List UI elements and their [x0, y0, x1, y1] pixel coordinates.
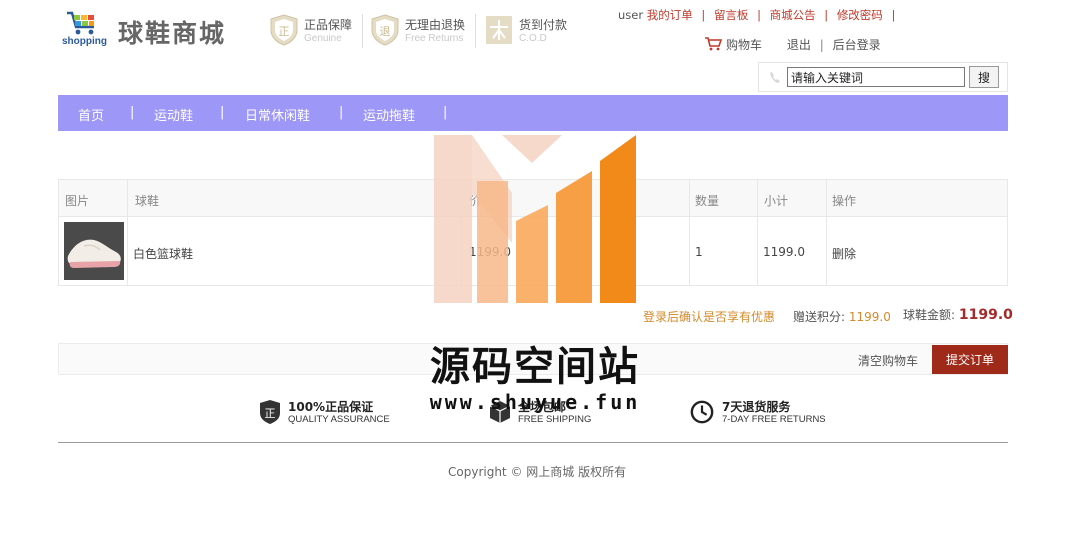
search-button[interactable]: 搜: [969, 66, 999, 88]
nav-divider: |: [339, 105, 344, 120]
nav-item-sports-shoes[interactable]: 运动鞋: [154, 105, 193, 124]
copyright: Copyright © 网上商城 版权所有: [448, 465, 627, 479]
change-password-link[interactable]: 修改密码: [837, 8, 883, 22]
promise-subtitle: C.O.D: [519, 33, 547, 44]
promise-subtitle: Free Returns: [405, 33, 464, 44]
account-links: 购物车 退出 | 后台登录: [704, 36, 881, 53]
shop-name: 球鞋商城: [118, 19, 227, 48]
total-label: 球鞋金额:: [903, 308, 956, 322]
sneaker-image: [64, 222, 124, 280]
submit-order-button[interactable]: 提交订单: [932, 345, 1008, 374]
svg-text:正: 正: [279, 25, 290, 38]
promise-divider: [475, 14, 476, 48]
announcements-link[interactable]: 商城公告: [770, 8, 816, 22]
shield-zheng-icon: 正: [270, 14, 298, 46]
points-label: 赠送积分:: [793, 310, 846, 324]
message-board-link[interactable]: 留言板: [714, 8, 749, 22]
column-header-image: 图片: [65, 194, 90, 208]
watermark-url: www.shuyue.fun: [429, 390, 641, 414]
badge-zheng-icon: 正: [260, 400, 280, 424]
product-subtotal: 1199.0: [763, 245, 805, 259]
link-divider: |: [701, 8, 706, 22]
cart-link[interactable]: 购物车: [726, 38, 762, 52]
search-box: 搜: [758, 62, 1008, 92]
logout-link[interactable]: 退出: [787, 38, 811, 52]
logo-text: shopping: [62, 36, 107, 47]
nav-divider: |: [443, 105, 448, 120]
phone-icon: [770, 72, 780, 83]
watermark-title: 源码空间站: [430, 344, 640, 390]
column-header-quantity: 数量: [695, 194, 720, 208]
search-input[interactable]: [787, 67, 965, 87]
service-title: 7天退货服务: [722, 400, 791, 414]
product-name[interactable]: 白色篮球鞋: [133, 245, 193, 262]
nav-divider: |: [130, 105, 135, 120]
username: user: [618, 8, 644, 22]
service-subtitle: QUALITY ASSURANCE: [288, 414, 390, 425]
cod-icon: [486, 16, 512, 44]
nav-item-home[interactable]: 首页: [78, 105, 104, 124]
nav-divider: |: [220, 105, 225, 120]
column-header-action: 操作: [832, 194, 857, 208]
product-quantity[interactable]: 1: [695, 245, 703, 259]
shopping-cart-logo-icon: [67, 11, 94, 35]
promise-subtitle: Genuine: [304, 33, 342, 44]
cart-icon: [705, 37, 722, 51]
total-value: 1199.0: [958, 307, 1013, 323]
column-divider: [757, 180, 758, 285]
points-value: 1199.0: [848, 310, 891, 324]
clear-cart-button[interactable]: 清空购物车: [858, 352, 918, 369]
top-links: user 我的订单 | 留言板 | 商城公告 | 修改密码 |: [618, 7, 900, 23]
admin-login-link[interactable]: 后台登录: [833, 38, 881, 52]
service-subtitle: 7-DAY FREE RETURNS: [722, 414, 826, 425]
link-divider: |: [891, 8, 896, 22]
nav-item-sports-slippers[interactable]: 运动拖鞋: [363, 105, 415, 124]
promo-note: 登录后确认是否享有优惠: [643, 310, 776, 324]
delete-item-button[interactable]: 删除: [832, 245, 856, 262]
promise-divider: [362, 14, 363, 48]
promise-title: 正品保障: [304, 18, 353, 32]
svg-text:退: 退: [380, 25, 391, 38]
column-header-subtotal: 小计: [764, 194, 789, 208]
link-divider: |: [757, 8, 761, 22]
column-header-shoe: 球鞋: [135, 194, 160, 208]
footer-divider: [58, 442, 1008, 443]
column-divider: [689, 180, 690, 285]
promise-title: 货到付款: [519, 18, 568, 32]
watermark-logo: [434, 135, 636, 303]
site-logo[interactable]: shopping: [62, 10, 112, 50]
service-subtitle: FREE SHIPPING: [518, 414, 592, 425]
nav-item-casual-shoes[interactable]: 日常休闲鞋: [245, 105, 310, 124]
link-divider: |: [819, 38, 824, 52]
clock-icon: [690, 400, 714, 424]
shield-tui-icon: 退: [371, 14, 399, 46]
total-summary: 球鞋金额: 1199.0: [903, 306, 1013, 323]
product-image[interactable]: [64, 222, 124, 280]
column-divider: [826, 180, 827, 285]
main-nav: 首页 | 运动鞋 | 日常休闲鞋 | 运动拖鞋 |: [58, 95, 1008, 131]
service-title: 100%正品保证: [288, 400, 374, 414]
points-summary: 赠送积分: 1199.0: [793, 308, 891, 325]
link-divider: |: [824, 8, 829, 22]
column-divider: [127, 180, 128, 285]
svg-text:正: 正: [265, 407, 276, 420]
promise-title: 无理由退换: [405, 18, 466, 32]
my-orders-link[interactable]: 我的订单: [647, 8, 693, 22]
